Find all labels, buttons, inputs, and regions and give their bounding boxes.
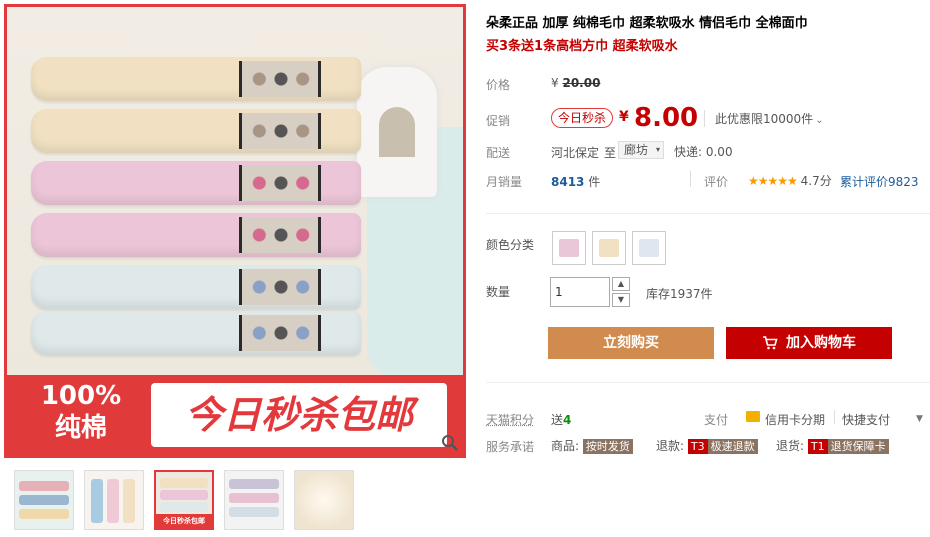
city-select[interactable]: 廊坊 ▾ <box>618 141 664 159</box>
fast-refund-badge[interactable]: 极速退款 <box>707 439 758 454</box>
monthly-sales-label: 月销量 <box>486 175 523 189</box>
shipping-label: 配送 <box>486 146 511 160</box>
color-swatch-pink[interactable] <box>552 231 586 265</box>
divider <box>834 410 835 424</box>
thumbnail-strip: 今日秒杀包邮 <box>14 470 364 532</box>
return-label: 退货: <box>776 439 805 453</box>
chevron-down-icon: ⌄ <box>815 115 824 126</box>
service-label: 服务承诺 <box>486 440 535 454</box>
current-currency-sign: ¥ <box>619 109 629 125</box>
thumbnail-4[interactable] <box>224 470 284 530</box>
quantity-decrease-button[interactable]: ▼ <box>612 293 630 307</box>
thumb-promo-text: 今日秒杀包邮 <box>156 514 212 528</box>
refund-label: 退款: <box>656 439 685 453</box>
original-price: ¥ 20.00 <box>551 76 600 90</box>
color-label: 颜色分类 <box>486 238 535 252</box>
tmall-points-label[interactable]: 天猫积分 <box>486 411 534 428</box>
payment-label: 支付 <box>704 413 729 427</box>
thumbnail-1[interactable] <box>14 470 74 530</box>
towel-pink <box>31 213 361 257</box>
payment-dropdown-icon[interactable]: ▼ <box>916 414 923 424</box>
product-info-panel: 朵柔正品 加厚 纯棉毛巾 超柔软吸水 情侣毛巾 全棉面巾 买3条送1条高档方巾 … <box>486 0 930 537</box>
towel-blue <box>31 311 361 355</box>
quantity-input[interactable]: 1 <box>550 277 610 307</box>
ship-from: 河北保定 <box>551 146 600 160</box>
tmall-points: 送4 <box>551 411 571 428</box>
main-product-image[interactable]: 100% 纯棉 今日秒杀包邮 <box>4 4 466 458</box>
thumbnail-2[interactable] <box>84 470 144 530</box>
original-price-value: 20.00 <box>562 76 601 90</box>
caret-down-icon: ▾ <box>655 145 660 154</box>
quantity-increase-button[interactable]: ▲ <box>612 277 630 291</box>
towel-blue <box>31 265 361 309</box>
credit-card-icon <box>746 411 760 422</box>
cart-icon <box>763 336 778 350</box>
promo-label: 促销 <box>486 114 511 128</box>
promo-badge-left: 100% 纯棉 <box>17 381 145 449</box>
return-guarantee-badge[interactable]: 退货保障卡 <box>827 439 889 454</box>
towel-pink <box>31 161 361 205</box>
monthly-sales-unit: 件 <box>588 175 601 189</box>
add-to-cart-label: 加入购物车 <box>786 335 856 351</box>
review-count-link[interactable]: 累计评价9823 <box>840 173 919 190</box>
monthly-sales: 8413 件 <box>551 173 600 190</box>
promo-limit-dropdown[interactable]: 此优惠限10000件 ⌄ <box>704 110 824 127</box>
zoom-icon[interactable] <box>441 434 459 452</box>
product-subtitle: 买3条送1条高档方巾 超柔软吸水 <box>486 39 678 54</box>
rating-label: 评价 <box>704 175 729 189</box>
towel-cream <box>31 109 361 153</box>
towel-cream <box>31 57 361 101</box>
divider <box>690 171 691 187</box>
points-prefix: 送 <box>551 413 564 427</box>
points-value: 4 <box>563 413 572 427</box>
quick-pay[interactable]: 快捷支付 <box>842 411 890 428</box>
city-select-value: 廊坊 <box>624 143 649 157</box>
goods-label: 商品: <box>551 439 580 453</box>
stock-count: 库存1937件 <box>646 287 713 301</box>
rating-score: 4.7分 <box>800 174 832 188</box>
on-time-shipping-badge[interactable]: 按时发货 <box>582 439 633 454</box>
promo-banner: 100% 纯棉 今日秒杀包邮 <box>7 375 463 455</box>
promo-flash-sale-text: 今日秒杀包邮 <box>151 383 447 447</box>
thumbnail-3-selected[interactable]: 今日秒杀包邮 <box>154 470 214 530</box>
current-price: 8.00 <box>634 103 699 133</box>
service-return: 退货: T1 退货保障卡 <box>776 437 889 454</box>
promo-material: 纯棉 <box>54 413 107 443</box>
buy-now-button[interactable]: 立刻购买 <box>548 327 714 359</box>
monthly-sales-count: 8413 <box>551 175 585 189</box>
add-to-cart-button[interactable]: 加入购物车 <box>726 327 892 359</box>
service-goods: 商品: 按时发货 <box>551 437 633 454</box>
return-code-badge: T1 <box>807 439 828 454</box>
divider <box>486 382 930 383</box>
thumbnail-5[interactable] <box>294 470 354 530</box>
product-title: 朵柔正品 加厚 纯棉毛巾 超柔软吸水 情侣毛巾 全棉面巾 <box>486 16 808 31</box>
color-swatch-blue[interactable] <box>632 231 666 265</box>
background-lantern <box>357 67 437 197</box>
color-swatch-cream[interactable] <box>592 231 626 265</box>
refund-code-badge: T3 <box>687 439 708 454</box>
promo-limit-text: 此优惠限10000件 <box>715 112 814 126</box>
currency-sign: ¥ <box>551 76 559 90</box>
credit-card-installment[interactable]: 信用卡分期 <box>765 411 825 428</box>
quantity-label: 数量 <box>486 285 511 299</box>
divider <box>486 213 930 214</box>
rating-stars-icon: ★★★★★ <box>748 174 798 188</box>
express-fee: 快递: 0.00 <box>674 145 733 159</box>
price-label: 价格 <box>486 78 511 92</box>
promo-percent: 100% <box>40 381 122 411</box>
rating: ★★★★★ 4.7分 <box>748 172 832 189</box>
promo-tag-badge: 今日秒杀 <box>551 108 614 128</box>
service-refund: 退款: T3 极速退款 <box>656 437 758 454</box>
ship-to-word: 至 <box>604 146 617 160</box>
